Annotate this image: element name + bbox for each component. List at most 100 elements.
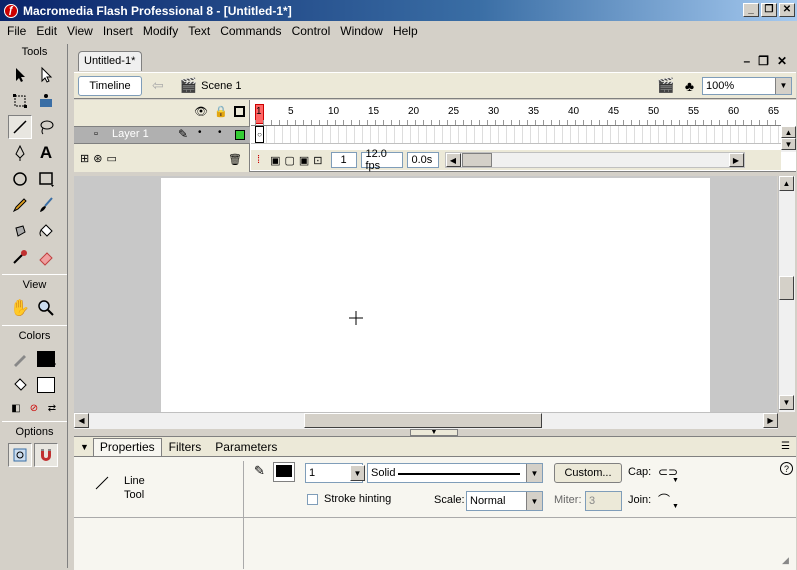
paint-bucket-tool-icon[interactable] <box>34 219 58 243</box>
chevron-down-icon[interactable]: ▼ <box>526 464 542 482</box>
eraser-tool-icon[interactable] <box>34 245 58 269</box>
scroll-up-icon[interactable]: ▲ <box>779 176 794 191</box>
free-transform-tool-icon[interactable] <box>8 89 32 113</box>
stage[interactable] <box>161 178 710 412</box>
insert-folder-icon[interactable]: ▭ <box>106 152 116 165</box>
text-tool-icon[interactable]: A <box>34 141 58 165</box>
timeline-scroll-thumb[interactable] <box>461 153 492 167</box>
layer-name[interactable]: Layer 1 <box>112 128 149 140</box>
pencil-tool-icon[interactable] <box>8 193 32 217</box>
menu-modify[interactable]: Modify <box>138 24 183 38</box>
zoom-select[interactable]: 100% ▼ <box>702 76 792 95</box>
selection-tool-icon[interactable] <box>8 63 32 87</box>
onion-outline-icon[interactable]: ▢ <box>284 154 294 167</box>
swap-colors-icon[interactable]: ⇄ <box>44 400 60 416</box>
stage-vscroll[interactable]: ▲ ▼ <box>778 176 795 412</box>
scroll-down-icon[interactable]: ▼ <box>779 395 794 410</box>
chevron-down-icon[interactable]: ▼ <box>526 492 542 510</box>
menu-control[interactable]: Control <box>287 24 336 38</box>
frame-rate[interactable]: 12.0 fps <box>360 148 403 172</box>
no-color-icon[interactable]: ⊘ <box>26 400 42 416</box>
tab-parameters[interactable]: Parameters <box>208 438 284 456</box>
brush-tool-icon[interactable] <box>34 193 58 217</box>
eyedropper-tool-icon[interactable] <box>8 245 32 269</box>
snap-magnet-icon[interactable] <box>34 443 58 467</box>
doc-minimize-icon[interactable]: – <box>743 54 750 68</box>
subselection-tool-icon[interactable] <box>34 63 58 87</box>
keyframe[interactable]: ○ <box>255 126 264 143</box>
stroke-color-swatch[interactable]: ▾ <box>34 347 58 371</box>
scroll-left-icon[interactable]: ◀ <box>445 153 461 167</box>
timeline-button[interactable]: Timeline <box>78 75 142 96</box>
layer-lock-dot[interactable]: • <box>218 127 222 138</box>
scene-label[interactable]: Scene 1 <box>201 80 241 92</box>
edit-multiple-icon[interactable]: ▣ <box>299 154 309 167</box>
help-icon[interactable]: ? <box>780 462 793 475</box>
rectangle-tool-icon[interactable] <box>34 167 58 191</box>
scroll-left-icon[interactable]: ◀ <box>74 413 89 428</box>
document-tab[interactable]: Untitled-1* <box>78 51 142 71</box>
layer-visible-dot[interactable]: • <box>198 127 202 138</box>
add-guide-layer-icon[interactable]: ⊛ <box>93 152 102 165</box>
menu-commands[interactable]: Commands <box>215 24 286 38</box>
onion-markers-icon[interactable]: ⊡ <box>313 154 322 167</box>
menu-window[interactable]: Window <box>335 24 388 38</box>
insert-layer-icon[interactable]: ⊞ <box>80 152 89 165</box>
collapse-panel-handle[interactable]: ▼ <box>410 429 458 436</box>
stroke-style-select[interactable]: Solid ▼ <box>367 463 543 483</box>
scale-select[interactable]: Normal ▼ <box>466 491 543 511</box>
stage-hscroll[interactable]: ◀ ▶ <box>74 412 778 429</box>
lock-icon[interactable]: 🔒 <box>214 105 228 118</box>
back-arrow-icon[interactable]: ⇦ <box>152 77 164 94</box>
trash-icon[interactable]: 🗑 <box>228 153 242 166</box>
chevron-down-icon[interactable]: ▼ <box>775 77 791 94</box>
frame-row[interactable]: ○ <box>251 126 781 144</box>
fill-color-swatch[interactable] <box>34 373 58 397</box>
eye-icon[interactable]: 👁 <box>194 105 208 118</box>
hand-tool-icon[interactable]: ✋ <box>8 296 32 320</box>
restore-button[interactable]: ❐ <box>761 3 777 17</box>
scroll-right-icon[interactable]: ▶ <box>728 153 744 167</box>
tab-filters[interactable]: Filters <box>162 438 209 456</box>
pen-tool-icon[interactable] <box>8 141 32 165</box>
resize-grip-icon[interactable]: ◢ <box>782 555 789 566</box>
scroll-up-icon[interactable]: ▲ <box>781 126 796 138</box>
center-frame-icon[interactable]: ⁞ <box>257 154 260 166</box>
edit-symbols-icon[interactable]: ♣ <box>685 78 694 94</box>
fill-transform-tool-icon[interactable] <box>34 89 58 113</box>
black-white-icon[interactable]: ◧ <box>8 400 24 416</box>
menu-file[interactable]: File <box>2 24 31 38</box>
layer-outline-color[interactable] <box>235 130 245 140</box>
doc-close-icon[interactable]: ✕ <box>777 54 787 68</box>
minimize-button[interactable]: _ <box>743 3 759 17</box>
line-tool-icon[interactable] <box>8 115 32 139</box>
menu-view[interactable]: View <box>62 24 98 38</box>
panel-collapse-icon[interactable]: ▼ <box>74 442 93 456</box>
layer-row[interactable]: ▫ Layer 1 ✎ • • <box>74 126 250 144</box>
zoom-tool-icon[interactable] <box>34 296 58 320</box>
doc-restore-icon[interactable]: ❐ <box>758 54 769 68</box>
menu-text[interactable]: Text <box>183 24 215 38</box>
onion-skin-icon[interactable]: ▣ <box>270 154 280 167</box>
stage-hscroll-thumb[interactable] <box>304 413 542 428</box>
scroll-down-icon[interactable]: ▼ <box>781 138 796 150</box>
scroll-right-icon[interactable]: ▶ <box>763 413 778 428</box>
panel-menu-icon[interactable]: ☰ <box>775 441 796 456</box>
ink-bottle-tool-icon[interactable] <box>8 219 32 243</box>
frame-ruler[interactable]: 1 5 10 15 20 25 30 35 40 45 50 55 60 65 <box>251 100 781 126</box>
tab-properties[interactable]: Properties <box>92 438 162 456</box>
lasso-tool-icon[interactable] <box>34 115 58 139</box>
stage-vscroll-thumb[interactable] <box>779 276 794 300</box>
outline-icon[interactable] <box>233 106 245 117</box>
edit-scene-icon[interactable]: 🎬 <box>657 77 674 94</box>
timeline-hscroll[interactable]: ◀ ▶ <box>444 152 745 168</box>
oval-tool-icon[interactable] <box>8 167 32 191</box>
join-icon[interactable]: ⌒ <box>658 491 670 508</box>
timeline-vscroll[interactable]: ▲ ▼ <box>781 126 796 152</box>
chevron-down-icon[interactable]: ▼ <box>672 477 679 484</box>
custom-button[interactable]: Custom... <box>554 463 622 483</box>
close-button[interactable]: ✕ <box>779 3 795 17</box>
menu-edit[interactable]: Edit <box>31 24 62 38</box>
chevron-down-icon[interactable]: ▼ <box>672 503 679 510</box>
stroke-hinting-checkbox[interactable] <box>307 494 318 505</box>
